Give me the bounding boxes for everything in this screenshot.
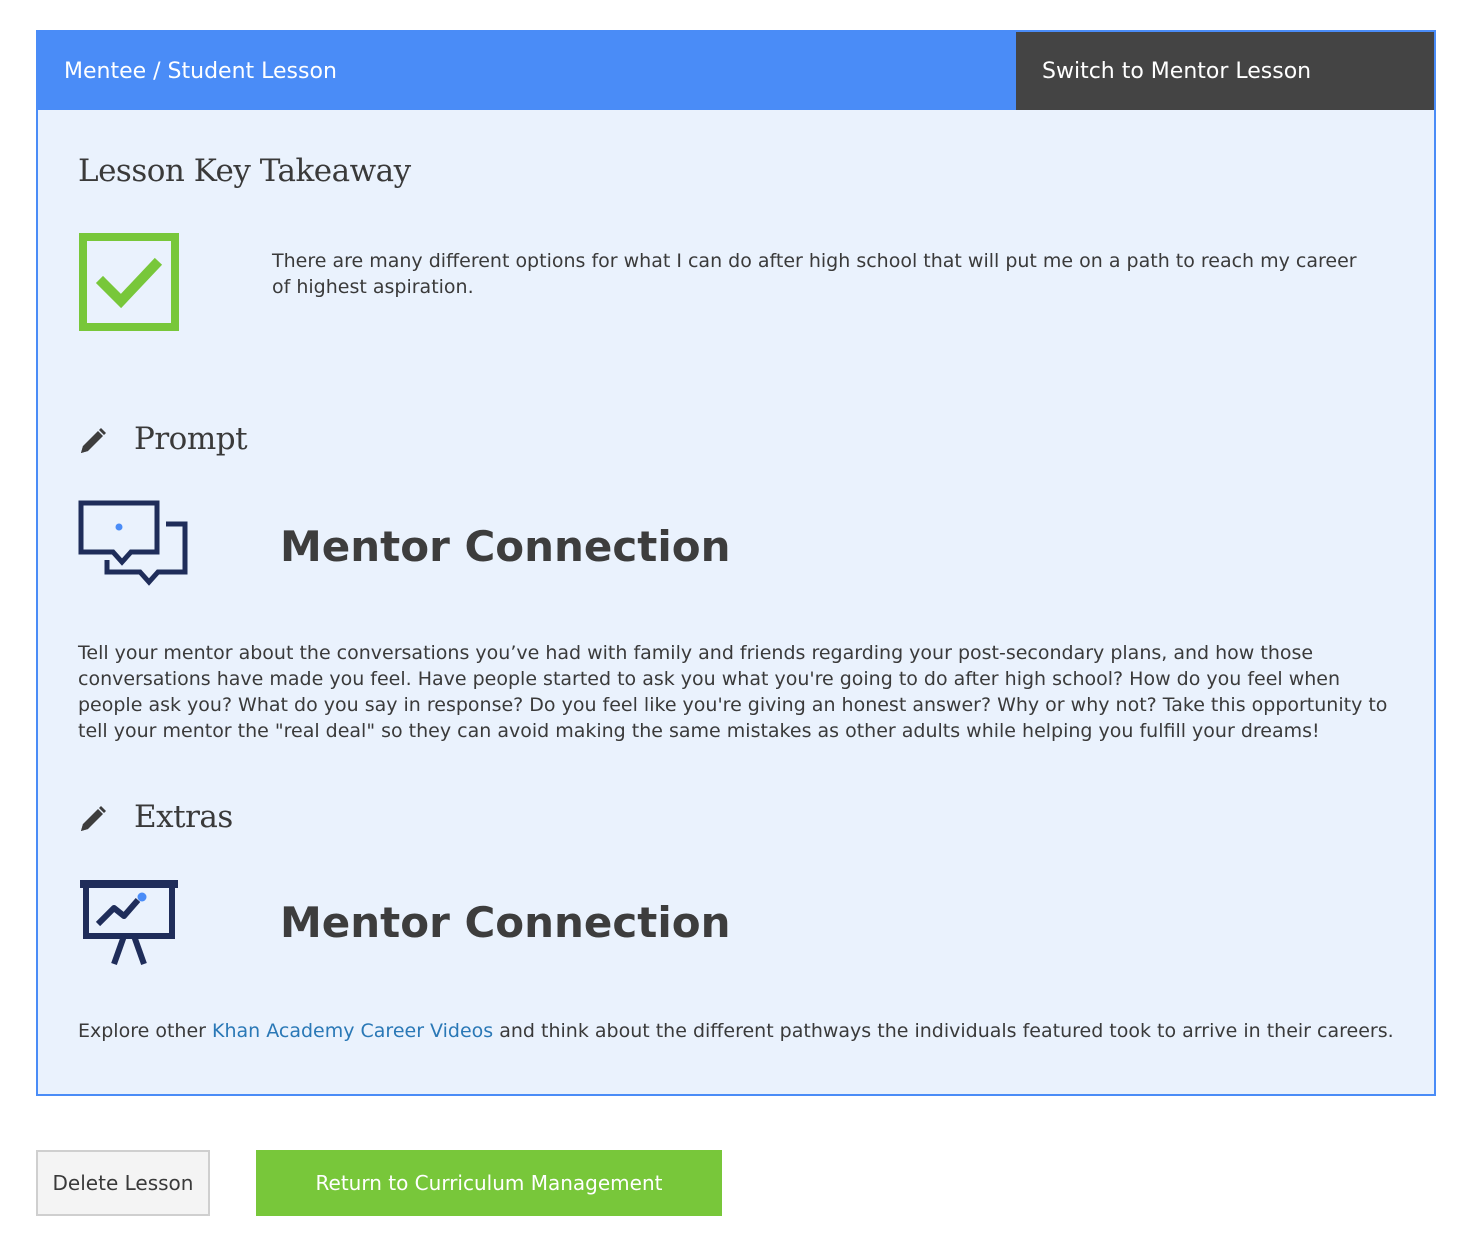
extras-title: Mentor Connection xyxy=(280,898,731,947)
takeaway-text: There are many different options for wha… xyxy=(272,250,1357,298)
prompt-title: Mentor Connection xyxy=(280,522,731,571)
pencil-icon xyxy=(81,806,106,831)
switch-to-mentor-button[interactable]: Switch to Mentor Lesson xyxy=(1016,32,1434,110)
extras-heading: Extras xyxy=(134,799,233,835)
presentation-board-icon xyxy=(80,880,178,966)
takeaway-heading: Lesson Key Takeaway xyxy=(78,153,411,189)
checkmark-box-icon xyxy=(79,233,179,331)
chat-bubbles-icon xyxy=(78,500,188,586)
pencil-icon xyxy=(81,428,106,453)
extras-body-after: and think about the different pathways t… xyxy=(493,1020,1394,1042)
extras-body-before: Explore other xyxy=(78,1020,212,1042)
lesson-header: Mentee / Student Lesson Switch to Mentor… xyxy=(38,32,1434,110)
return-to-curriculum-button[interactable]: Return to Curriculum Management xyxy=(256,1150,722,1216)
lesson-panel: Mentee / Student Lesson Switch to Mentor… xyxy=(36,30,1436,1096)
header-title: Mentee / Student Lesson xyxy=(38,32,1016,110)
khan-academy-career-videos-link[interactable]: Khan Academy Career Videos xyxy=(212,1020,493,1042)
prompt-heading: Prompt xyxy=(134,421,248,457)
prompt-body: Tell your mentor about the conversations… xyxy=(78,642,1388,742)
extras-body: Explore other Khan Academy Career Videos… xyxy=(78,1018,1408,1044)
delete-lesson-button[interactable]: Delete Lesson xyxy=(36,1150,210,1216)
